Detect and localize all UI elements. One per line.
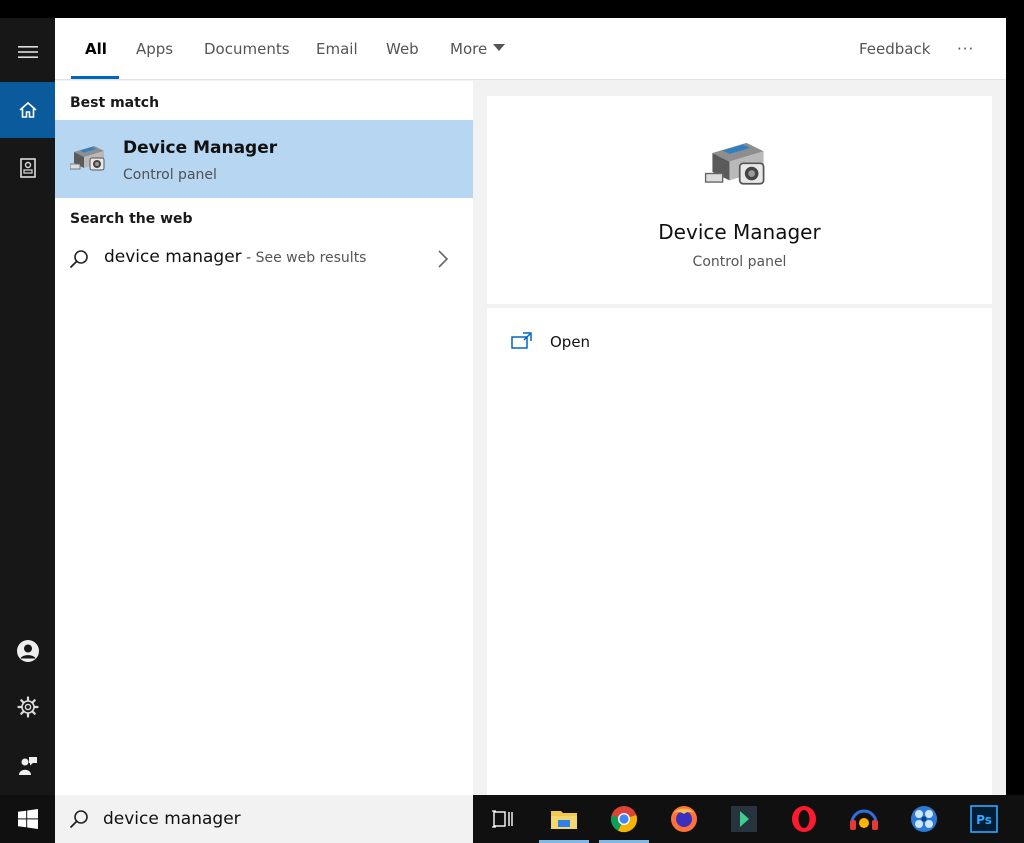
taskbar-audio-app[interactable]: [839, 795, 889, 843]
chrome-icon: [610, 806, 637, 833]
editor-icon: [731, 806, 757, 832]
search-icon: [69, 250, 88, 269]
taskbar-media-player[interactable]: [899, 795, 949, 843]
open-action[interactable]: Open: [511, 328, 651, 356]
best-match-result[interactable]: Device Manager Control panel: [55, 120, 473, 198]
media-player-icon: [911, 806, 937, 832]
home-icon: [18, 101, 37, 118]
best-match-title: Device Manager: [123, 138, 278, 158]
start-rail: [0, 18, 55, 795]
taskbar-search-box[interactable]: [55, 795, 473, 843]
taskbar-opera[interactable]: [779, 795, 829, 843]
tab-all-label: All: [85, 40, 107, 58]
actions-card: Open: [487, 308, 992, 795]
preview-title: Device Manager: [658, 220, 821, 244]
notebook-icon: [19, 158, 36, 178]
task-view-button[interactable]: [478, 795, 528, 843]
settings-button[interactable]: [0, 679, 55, 735]
taskbar-firefox[interactable]: [659, 795, 709, 843]
taskbar-photoshop[interactable]: Ps: [959, 795, 1009, 843]
results-list: Best match Device Manager Control panel …: [55, 81, 473, 795]
headset-icon: [850, 809, 878, 830]
home-button[interactable]: [0, 82, 55, 138]
open-window-icon: [511, 332, 532, 349]
account-button[interactable]: [0, 623, 55, 679]
tab-email[interactable]: Email: [316, 18, 358, 80]
feedback-hub-button[interactable]: [0, 738, 55, 794]
device-manager-icon: [70, 146, 105, 171]
tab-all[interactable]: All: [85, 18, 107, 80]
tab-apps-label: Apps: [136, 40, 174, 58]
web-result-suffix: - See web results: [241, 250, 367, 266]
tab-documents-label: Documents: [204, 40, 290, 58]
search-panel: All Apps Documents Email Web More Feedba…: [55, 18, 1006, 795]
feedback-person-icon: [18, 757, 37, 775]
tab-documents[interactable]: Documents: [204, 18, 290, 80]
windows-logo-icon: [17, 809, 38, 829]
device-manager-large-icon: [704, 142, 765, 185]
tab-more-label: More: [450, 40, 488, 58]
opera-icon: [792, 806, 816, 832]
tab-web-label: Web: [386, 40, 419, 58]
open-action-label: Open: [550, 333, 591, 351]
file-explorer-icon: [551, 811, 577, 829]
feedback-label: Feedback: [859, 40, 931, 58]
tab-more[interactable]: More: [450, 18, 506, 80]
best-match-heading: Best match: [70, 95, 160, 111]
preview-card: Device Manager Control panel: [487, 96, 992, 304]
search-input[interactable]: [103, 805, 453, 833]
search-icon: [69, 810, 88, 829]
web-result-text: device manager - See web results: [104, 247, 366, 267]
active-tab-indicator: [71, 76, 119, 79]
more-options-icon: ···: [957, 40, 975, 58]
taskbar: Ps: [0, 795, 1024, 843]
account-icon: [16, 640, 39, 662]
menu-icon: [17, 46, 38, 58]
notebook-button[interactable]: [0, 140, 55, 196]
firefox-icon: [671, 806, 697, 832]
start-button[interactable]: [0, 795, 55, 843]
preview-subtitle: Control panel: [692, 254, 787, 270]
tab-email-label: Email: [316, 40, 358, 58]
task-view-icon: [492, 810, 513, 828]
menu-button[interactable]: [0, 24, 55, 80]
best-match-subtitle: Control panel: [123, 167, 217, 183]
tab-web[interactable]: Web: [386, 18, 419, 80]
web-result-item[interactable]: device manager - See web results: [55, 241, 473, 277]
more-options-button[interactable]: ···: [957, 18, 974, 80]
taskbar-file-explorer[interactable]: [539, 795, 589, 843]
photoshop-icon: Ps: [970, 805, 998, 833]
feedback-link[interactable]: Feedback: [859, 18, 930, 80]
photoshop-label: Ps: [976, 813, 992, 827]
settings-icon: [16, 696, 39, 718]
taskbar-editor[interactable]: [719, 795, 769, 843]
caret-down-icon: [493, 44, 506, 51]
filter-tab-bar: All Apps Documents Email Web More Feedba…: [55, 18, 1006, 80]
chevron-right-icon[interactable]: [437, 249, 449, 269]
web-query: device manager: [104, 247, 242, 267]
taskbar-chrome[interactable]: [599, 795, 649, 843]
search-web-heading: Search the web: [70, 211, 193, 227]
tab-apps[interactable]: Apps: [136, 18, 173, 80]
